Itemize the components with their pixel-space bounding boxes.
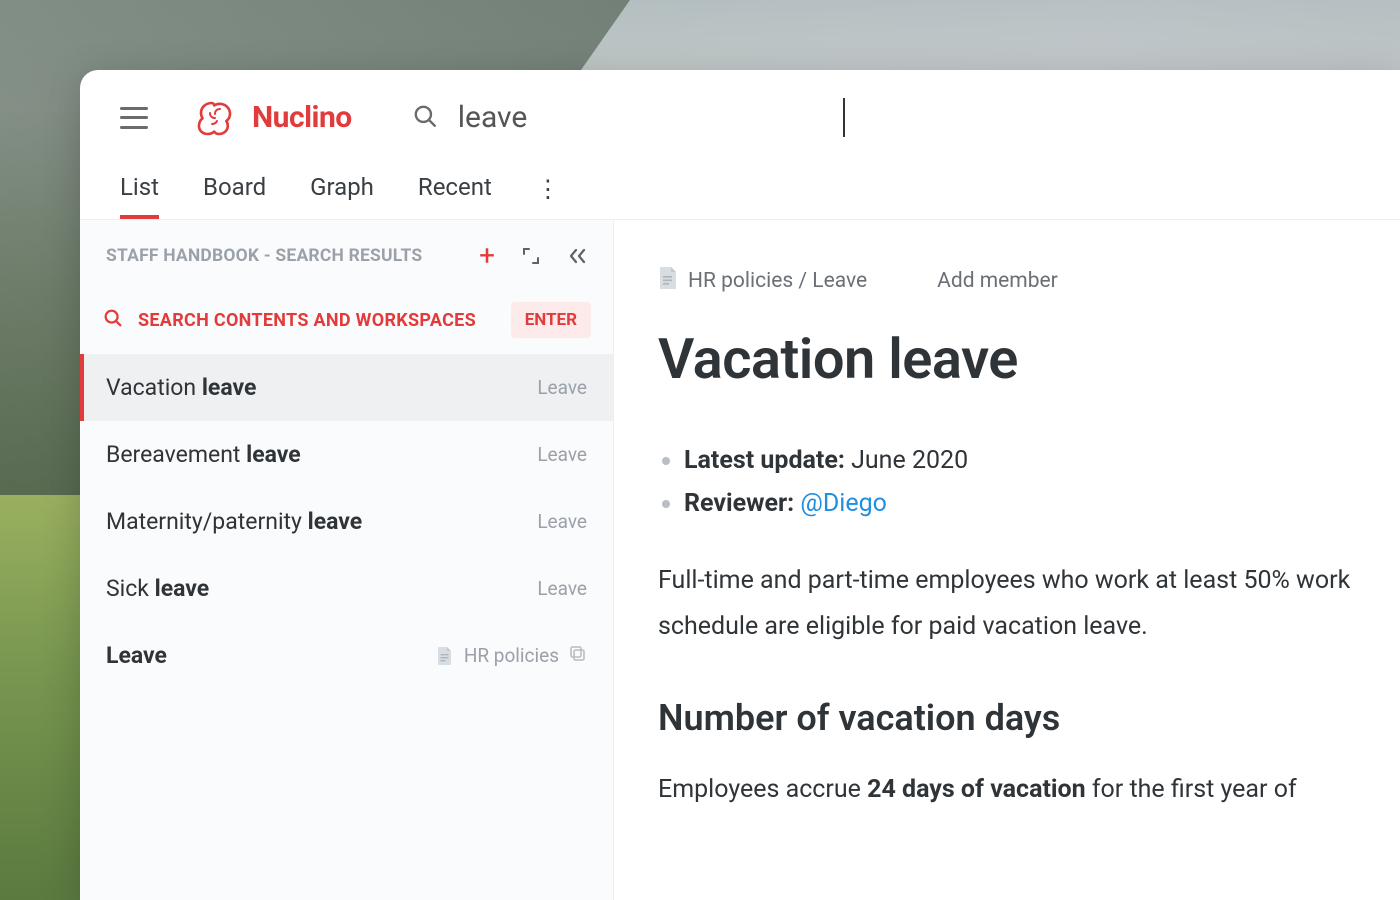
search-result[interactable]: Vacation leave Leave bbox=[80, 354, 613, 421]
topbar: Nuclino bbox=[80, 70, 1400, 155]
chevron-left-icon[interactable] bbox=[567, 246, 587, 266]
search-result-category: Leave bbox=[537, 376, 587, 399]
tab-more-icon[interactable]: ⋮ bbox=[536, 175, 562, 217]
tab-list[interactable]: List bbox=[120, 173, 159, 219]
page-title: Vacation leave bbox=[658, 326, 1400, 392]
tab-graph[interactable]: Graph bbox=[310, 173, 374, 219]
enter-badge: ENTER bbox=[511, 302, 591, 338]
add-member-link[interactable]: Add member bbox=[937, 269, 1058, 293]
search-contents-row[interactable]: SEARCH CONTENTS AND WORKSPACES ENTER bbox=[80, 286, 613, 354]
document-main: HR policies / Leave Add member Vacation … bbox=[614, 220, 1400, 900]
expand-icon[interactable] bbox=[521, 246, 541, 266]
sidebar-header-actions: + bbox=[479, 242, 587, 270]
search-result-category: Leave bbox=[537, 510, 587, 533]
section-heading: Number of vacation days bbox=[658, 697, 1400, 739]
tab-board[interactable]: Board bbox=[203, 173, 266, 219]
plus-icon[interactable]: + bbox=[479, 242, 495, 270]
sidebar-header: STAFF HANDBOOK - SEARCH RESULTS + bbox=[80, 220, 613, 286]
search-result-category: HR policies bbox=[436, 644, 587, 667]
search-contents-label: SEARCH CONTENTS AND WORKSPACES bbox=[138, 310, 476, 331]
intro-paragraph: Full-time and part-time employees who wo… bbox=[658, 558, 1400, 651]
search-result-category: Leave bbox=[537, 577, 587, 600]
search-wrap bbox=[412, 98, 845, 137]
section-paragraph: Employees accrue 24 days of vacation for… bbox=[658, 767, 1400, 813]
document-icon bbox=[658, 266, 678, 296]
meta-reviewer: Reviewer: @Diego bbox=[658, 489, 1400, 518]
sidebar: STAFF HANDBOOK - SEARCH RESULTS + bbox=[80, 220, 614, 900]
document-icon bbox=[436, 646, 454, 666]
brand-name: Nuclino bbox=[252, 100, 352, 135]
breadcrumb[interactable]: HR policies / Leave bbox=[658, 266, 867, 296]
search-result-title: Sick leave bbox=[106, 575, 209, 602]
document-header-row: HR policies / Leave Add member bbox=[658, 266, 1400, 296]
search-result[interactable]: Maternity/paternity leave Leave bbox=[80, 488, 613, 555]
search-result[interactable]: Sick leave Leave bbox=[80, 555, 613, 622]
view-tabs: List Board Graph Recent ⋮ bbox=[80, 155, 1400, 219]
tab-recent[interactable]: Recent bbox=[418, 173, 492, 219]
search-result-title: Bereavement leave bbox=[106, 441, 301, 468]
menu-icon[interactable] bbox=[120, 107, 148, 129]
copy-icon bbox=[569, 645, 587, 667]
brand[interactable]: Nuclino bbox=[194, 99, 352, 137]
search-result-title: Leave bbox=[106, 642, 167, 669]
app-window: Nuclino List Board Graph Recent ⋮ STAFF … bbox=[80, 70, 1400, 900]
brain-icon bbox=[194, 99, 242, 137]
search-result-category: Leave bbox=[537, 443, 587, 466]
body-split: STAFF HANDBOOK - SEARCH RESULTS + bbox=[80, 219, 1400, 900]
search-result[interactable]: Bereavement leave Leave bbox=[80, 421, 613, 488]
search-result-title: Maternity/paternity leave bbox=[106, 508, 362, 535]
search-result-title: Vacation leave bbox=[106, 374, 256, 401]
meta-list: Latest update: June 2020 Reviewer: @Dieg… bbox=[658, 446, 1400, 518]
search-result[interactable]: Leave HR policies bbox=[80, 622, 613, 689]
search-icon[interactable] bbox=[412, 103, 438, 133]
search-input[interactable] bbox=[454, 98, 845, 137]
search-icon bbox=[102, 307, 124, 333]
sidebar-title: STAFF HANDBOOK - SEARCH RESULTS bbox=[106, 246, 422, 266]
breadcrumb-text: HR policies / Leave bbox=[688, 269, 867, 293]
mention-link[interactable]: @Diego bbox=[800, 489, 887, 518]
meta-latest-update: Latest update: June 2020 bbox=[658, 446, 1400, 475]
